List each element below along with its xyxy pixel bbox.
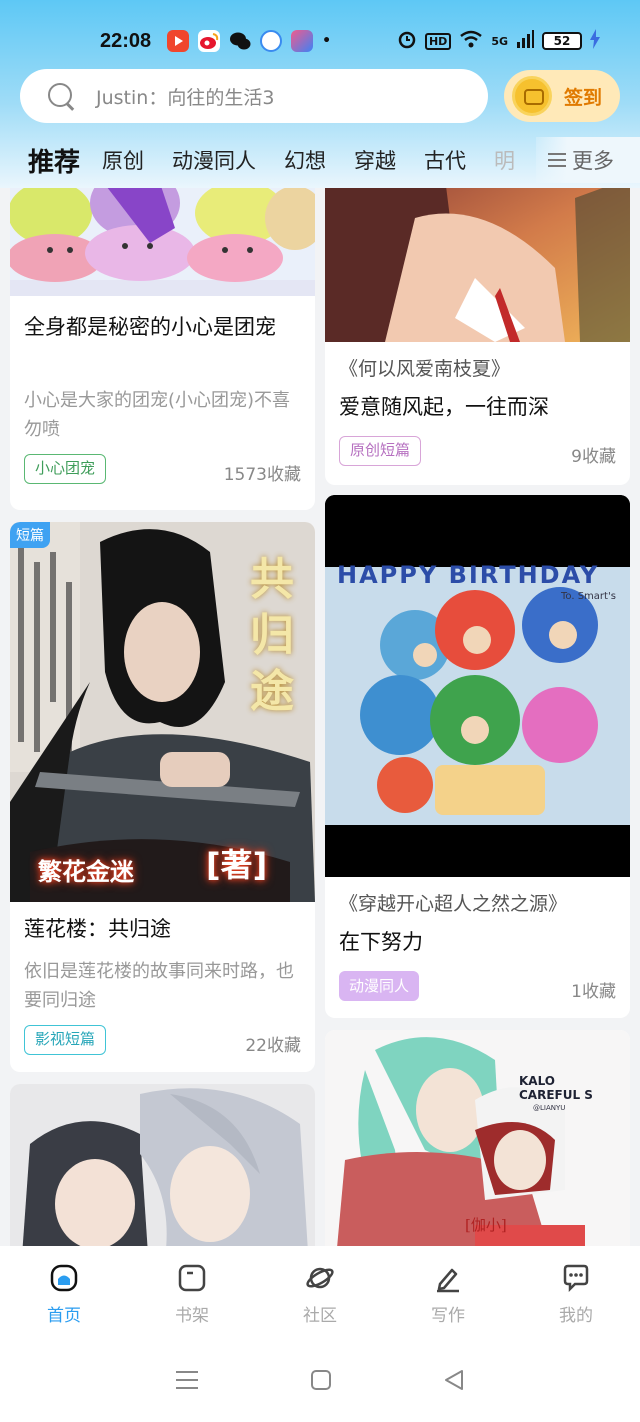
wechat-icon: [229, 30, 251, 52]
book-title: 《何以风爱南枝夏》: [339, 358, 511, 380]
signal-5g-label: 5G: [491, 34, 508, 48]
nav-label: 写作: [431, 1305, 465, 1326]
back-button[interactable]: [442, 1368, 466, 1396]
tab-ancient[interactable]: 古代: [424, 145, 466, 175]
signin-button[interactable]: 签到: [504, 70, 620, 122]
feed: 全身都是秘密的小心是团宠 小心是大家的团宠(小心团宠)不喜勿喷 小心团宠 157…: [0, 188, 640, 1246]
video-app-icon: [167, 30, 190, 52]
story-title: 爱意随风起，一往而深: [339, 395, 549, 419]
tab-partial[interactable]: 明: [494, 145, 514, 175]
bottom-navigation: 首页 书架 社区 写作 我的: [0, 1246, 640, 1342]
coin-icon: [512, 76, 552, 116]
favorite-count: 22收藏: [245, 1036, 301, 1056]
cover-subtitle: 繁花金迷: [38, 858, 134, 886]
menu-icon: [548, 153, 566, 167]
browser-icon: [260, 30, 283, 52]
search-icon: [46, 81, 76, 111]
story-tag: 影视短篇: [24, 1025, 107, 1055]
home-icon: [49, 1263, 79, 1293]
nav-label: 社区: [303, 1305, 337, 1326]
cover-image: [325, 495, 630, 877]
story-tag: 小心团宠: [24, 454, 107, 484]
bookshelf-icon: [177, 1263, 207, 1293]
weibo-icon: [198, 30, 221, 52]
tab-time-travel[interactable]: 穿越: [354, 145, 396, 175]
battery-level: 52: [542, 32, 582, 50]
more-label: 更多: [572, 149, 614, 173]
nav-home[interactable]: 首页: [0, 1263, 128, 1326]
short-badge: 短篇: [10, 522, 50, 548]
story-tag: 原创短篇: [339, 436, 422, 466]
favorite-count: 1573收藏: [223, 465, 301, 485]
cover-stamp-text: 著: [220, 846, 253, 884]
tab-recommend[interactable]: 推荐: [28, 142, 80, 179]
cover-image: [10, 1084, 315, 1246]
nav-profile[interactable]: 我的: [512, 1263, 640, 1326]
story-card[interactable]: KALO CAREFUL S @LIANYU [伽小]: [325, 1030, 630, 1246]
story-card[interactable]: 全身都是秘密的小心是团宠 小心是大家的团宠(小心团宠)不喜勿喷 小心团宠 157…: [10, 188, 315, 510]
nav-label: 首页: [47, 1305, 81, 1326]
signin-label: 签到: [564, 86, 603, 109]
signal-bars-icon: [516, 30, 534, 52]
cover-image: [10, 188, 315, 296]
tab-fantasy[interactable]: 幻想: [284, 145, 326, 175]
notification-dot-icon: •: [322, 33, 332, 49]
story-title: 全身都是秘密的小心是团宠: [24, 315, 276, 339]
story-card[interactable]: HAPPY BIRTHDAY To. Smart's 《穿越开心超人之然之源》 …: [325, 495, 630, 1018]
recent-apps-button[interactable]: [174, 1369, 200, 1395]
cover-stamp: [著]: [206, 846, 268, 884]
search-bar[interactable]: Justin：向往的生活3: [20, 69, 488, 123]
system-navigation: [0, 1342, 640, 1422]
tab-anime-fanfic[interactable]: 动漫同人: [172, 145, 256, 175]
planet-icon: [305, 1263, 335, 1293]
nav-community[interactable]: 社区: [256, 1263, 384, 1326]
charging-icon: [590, 29, 600, 53]
favorite-count: 1收藏: [571, 982, 616, 1002]
cover-stamp: [伽小]: [465, 1216, 507, 1234]
search-placeholder: Justin：向往的生活3: [96, 86, 275, 109]
cover-text: HAPPY BIRTHDAY: [337, 561, 600, 589]
shortcut-app-icon: [291, 30, 314, 52]
cover-note: To. Smart's: [561, 591, 616, 602]
story-tag: 动漫同人: [339, 971, 420, 1001]
clock: 22:08: [100, 29, 152, 52]
story-title: 莲花楼：共归途: [24, 917, 171, 941]
more-categories-button[interactable]: 更多: [536, 137, 640, 183]
cover-text: 共归途: [250, 554, 294, 717]
story-title: 在下努力: [339, 930, 423, 954]
nav-label: 书架: [175, 1305, 209, 1326]
favorite-count: 9收藏: [571, 447, 616, 467]
status-bar: 22:08 • HD 5G 52: [0, 22, 640, 60]
story-card[interactable]: [10, 1084, 315, 1246]
alarm-icon: [397, 29, 417, 53]
book-title: 《穿越开心超人之然之源》: [339, 893, 568, 915]
cover-image: [325, 188, 630, 342]
cover-text: KALO CAREFUL S: [519, 1074, 593, 1102]
nav-bookshelf[interactable]: 书架: [128, 1263, 256, 1326]
cover-note: @LIANYU: [533, 1104, 566, 1112]
nav-label: 我的: [559, 1305, 593, 1326]
story-excerpt: 依旧是莲花楼的故事同来时路，也要同归途: [24, 961, 294, 1011]
story-card[interactable]: 短篇 共归途 繁花金迷 [著] 莲花楼：共归途 依旧是莲花楼的故事同来时路，也要…: [10, 522, 315, 1072]
nav-write[interactable]: 写作: [384, 1263, 512, 1326]
pencil-icon: [433, 1263, 463, 1293]
story-excerpt: 小心是大家的团宠(小心团宠)不喜勿喷: [24, 390, 291, 440]
home-button[interactable]: [309, 1368, 333, 1396]
tab-original[interactable]: 原创: [102, 145, 144, 175]
chat-bubble-icon: [561, 1263, 591, 1293]
story-card[interactable]: 《何以风爱南枝夏》 爱意随风起，一往而深 原创短篇 9收藏: [325, 188, 630, 485]
wifi-icon: [459, 30, 483, 52]
hd-icon: HD: [424, 32, 452, 50]
